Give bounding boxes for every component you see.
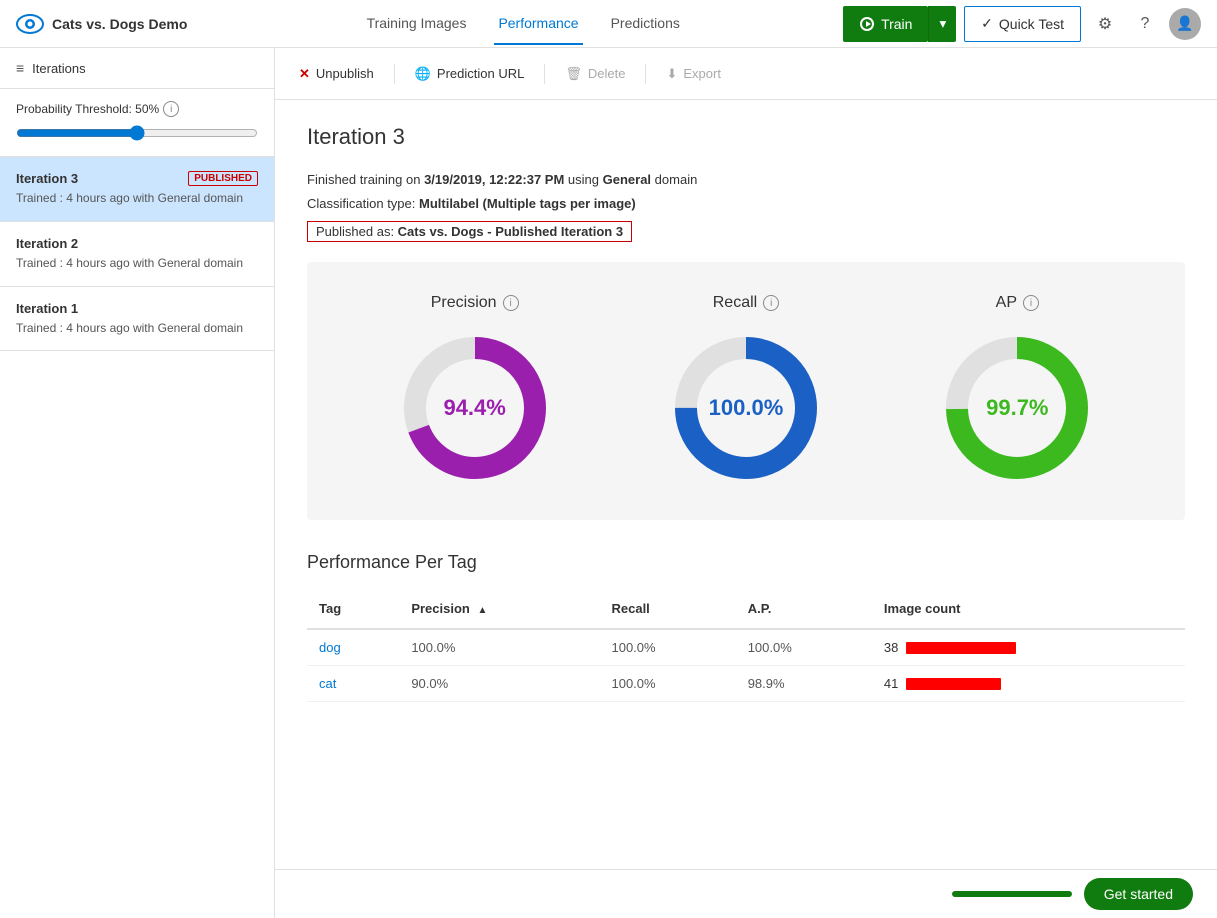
sidebar: ≡ Iterations Probability Threshold: 50% … — [0, 48, 275, 918]
iteration-3-published-badge: PUBLISHED — [188, 171, 258, 186]
download-icon: ⬇ — [666, 66, 677, 82]
precision-donut: 94.4% — [395, 328, 555, 488]
sort-icon: ▲ — [477, 605, 487, 616]
progress-indicator — [952, 891, 1072, 897]
app-title: Cats vs. Dogs Demo — [52, 16, 187, 32]
iteration-item-2[interactable]: Iteration 2 Trained : 4 hours ago with G… — [0, 222, 274, 287]
app-logo-icon — [16, 10, 44, 38]
iteration-1-subtitle: Trained : 4 hours ago with General domai… — [16, 320, 258, 337]
train-button[interactable]: Train — [843, 6, 928, 42]
ap-value: 99.7% — [986, 395, 1048, 421]
training-date-line: Finished training on 3/19/2019, 12:22:37… — [307, 170, 1185, 190]
table-row-dog: dog 100.0% 100.0% 100.0% 38 — [307, 629, 1185, 666]
train-split-button[interactable]: ▾ — [928, 6, 956, 42]
training-info: Finished training on 3/19/2019, 12:22:37… — [307, 170, 1185, 242]
tab-predictions[interactable]: Predictions — [607, 3, 684, 45]
precision-card: Precision i 94.4% — [395, 294, 555, 488]
col-ap: A.P. — [736, 593, 872, 629]
globe-icon: 🌐 — [415, 66, 431, 82]
get-started-button[interactable]: Get started — [1084, 878, 1193, 910]
delete-button[interactable]: 🗑 Delete — [565, 66, 625, 82]
gear-train-icon — [859, 16, 875, 32]
recall-title: Recall i — [713, 294, 779, 312]
unpublish-button[interactable]: ✕ Unpublish — [299, 66, 374, 82]
cat-ap: 98.9% — [736, 666, 872, 702]
ap-card: AP i 99.7% — [937, 294, 1097, 488]
iteration-2-subtitle: Trained : 4 hours ago with General domai… — [16, 255, 258, 272]
precision-info-icon[interactable]: i — [503, 295, 519, 311]
help-icon-button[interactable]: ? — [1129, 8, 1161, 40]
dog-bar — [906, 642, 1016, 654]
published-as-box: Published as: Cats vs. Dogs - Published … — [307, 221, 632, 242]
tag-dog-link[interactable]: dog — [319, 640, 341, 655]
cat-count: 41 — [872, 666, 1185, 702]
iteration-1-name: Iteration 1 — [16, 301, 78, 316]
tab-performance[interactable]: Performance — [494, 3, 582, 45]
col-image-count: Image count — [872, 593, 1185, 629]
toolbar-sep-3 — [645, 64, 646, 84]
content-area: Iteration 3 Finished training on 3/19/20… — [275, 100, 1217, 726]
iteration-2-name: Iteration 2 — [16, 236, 78, 251]
metrics-section: Precision i 94.4% — [307, 262, 1185, 520]
main-layout: ≡ Iterations Probability Threshold: 50% … — [0, 48, 1217, 918]
recall-card: Recall i 100.0% — [666, 294, 826, 488]
ap-title: AP i — [996, 294, 1039, 312]
toolbar: ✕ Unpublish 🌐 Prediction URL 🗑 Delete ⬇ … — [275, 48, 1217, 100]
table-row-cat: cat 90.0% 100.0% 98.9% 41 — [307, 666, 1185, 702]
dog-ap: 100.0% — [736, 629, 872, 666]
trash-icon: 🗑 — [565, 66, 582, 82]
ap-donut: 99.7% — [937, 328, 1097, 488]
performance-table: Tag Precision ▲ Recall A.P. Image count … — [307, 593, 1185, 702]
toolbar-sep-2 — [544, 64, 545, 84]
recall-donut: 100.0% — [666, 328, 826, 488]
main-content: ✕ Unpublish 🌐 Prediction URL 🗑 Delete ⬇ … — [275, 48, 1217, 918]
col-tag: Tag — [307, 593, 399, 629]
tag-cat-link[interactable]: cat — [319, 676, 336, 691]
table-header-row: Tag Precision ▲ Recall A.P. Image count — [307, 593, 1185, 629]
iterations-icon: ≡ — [16, 60, 24, 76]
iterations-header[interactable]: ≡ Iterations — [0, 48, 274, 89]
top-nav: Cats vs. Dogs Demo Training Images Perfo… — [0, 0, 1217, 48]
page-title: Iteration 3 — [307, 124, 1185, 150]
cat-recall: 100.0% — [599, 666, 735, 702]
col-recall: Recall — [599, 593, 735, 629]
app-logo: Cats vs. Dogs Demo — [16, 10, 187, 38]
avatar-button[interactable]: 👤 — [1169, 8, 1201, 40]
ap-info-icon[interactable]: i — [1023, 295, 1039, 311]
toolbar-sep-1 — [394, 64, 395, 84]
threshold-slider[interactable] — [16, 125, 258, 141]
threshold-info-icon[interactable]: i — [163, 101, 179, 117]
quick-test-button[interactable]: ✓ Quick Test — [964, 6, 1081, 42]
nav-actions: Train ▾ ✓ Quick Test ⚙ ? 👤 — [843, 6, 1201, 42]
iterations-label: Iterations — [32, 61, 85, 76]
iteration-3-subtitle: Trained : 4 hours ago with General domai… — [16, 190, 258, 207]
export-button[interactable]: ⬇ Export — [666, 66, 720, 82]
nav-tabs: Training Images Performance Predictions — [211, 3, 835, 45]
dog-count: 38 — [872, 629, 1185, 666]
bottom-bar: Get started — [275, 869, 1217, 918]
close-icon: ✕ — [299, 66, 310, 82]
precision-value: 94.4% — [443, 395, 505, 421]
threshold-section: Probability Threshold: 50% i — [0, 89, 274, 157]
classification-type-line: Classification type: Multilabel (Multipl… — [307, 194, 1185, 214]
prediction-url-button[interactable]: 🌐 Prediction URL — [415, 66, 525, 82]
iteration-item-3[interactable]: Iteration 3 PUBLISHED Trained : 4 hours … — [0, 157, 274, 222]
threshold-label: Probability Threshold: 50% i — [16, 101, 258, 117]
col-precision[interactable]: Precision ▲ — [399, 593, 599, 629]
dog-recall: 100.0% — [599, 629, 735, 666]
iteration-item-1[interactable]: Iteration 1 Trained : 4 hours ago with G… — [0, 287, 274, 352]
settings-icon-button[interactable]: ⚙ — [1089, 8, 1121, 40]
dog-precision: 100.0% — [399, 629, 599, 666]
per-tag-title: Performance Per Tag — [307, 552, 1185, 573]
cat-precision: 90.0% — [399, 666, 599, 702]
tab-training-images[interactable]: Training Images — [363, 3, 471, 45]
checkmark-icon: ✓ — [981, 15, 993, 32]
iteration-3-name: Iteration 3 — [16, 171, 78, 186]
recall-info-icon[interactable]: i — [763, 295, 779, 311]
precision-title: Precision i — [431, 294, 519, 312]
cat-bar — [906, 678, 1001, 690]
recall-value: 100.0% — [709, 395, 784, 421]
